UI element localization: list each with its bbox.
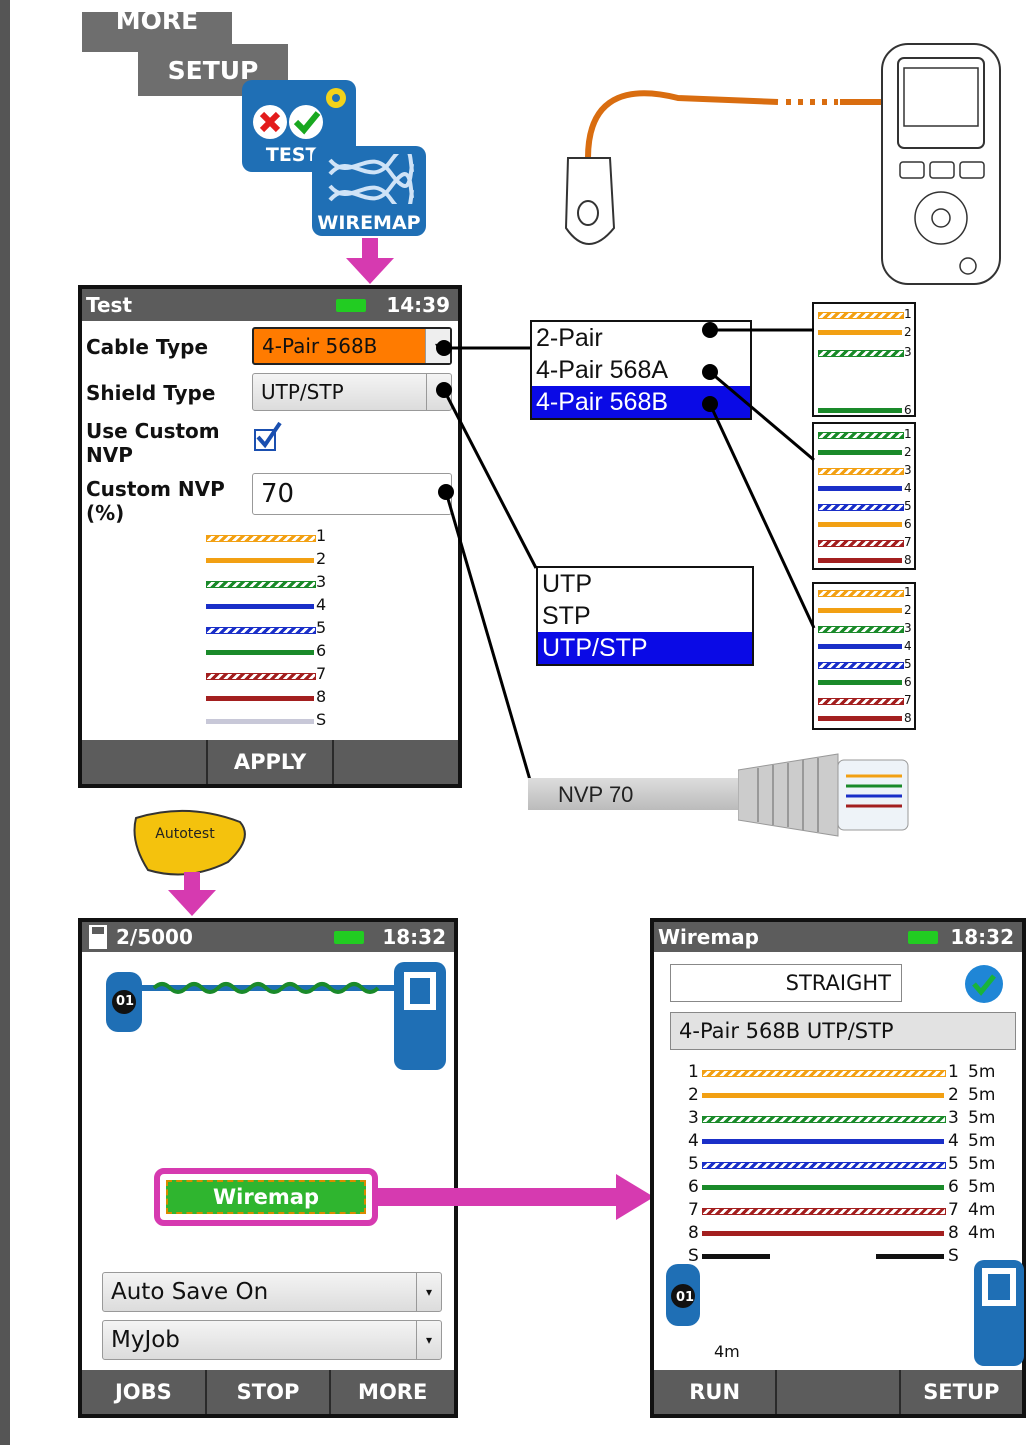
softkey-middle[interactable] [775,1370,898,1414]
down-arrow-icon [168,872,216,916]
stop-button[interactable]: STOP [204,1370,330,1414]
cable-config-field: 4-Pair 568B UTP/STP [670,1012,1016,1050]
wiremap-result-label: Wiremap [212,1185,320,1209]
battery-icon [334,931,364,944]
wiremap-table: 1 1 5m 2 2 5m 3 3 5m 4 4 5m 5 5 5m 6 6 5m 7 7 4m 8 8 4m S S [654,1058,1026,1266]
wire-line [702,1070,946,1077]
job-dropdown[interactable]: MyJob ▾ [102,1320,442,1360]
rj45-plug-illustration [738,753,909,837]
wire-length: 5m [968,1177,996,1197]
chevron-down-icon: ▾ [416,1273,441,1311]
remote-id: 01 [676,1290,695,1305]
setup-label: SETUP [923,1380,1000,1404]
wire-length: 5m [968,1062,996,1082]
wiremap-result-button[interactable]: Wiremap [166,1180,366,1214]
result-text: STRAIGHT [785,971,891,995]
title-bar: 2/5000 18:32 [82,922,454,952]
wire-length: 4m [968,1223,996,1243]
wire-length: 5m [968,1108,996,1128]
job-value: MyJob [111,1327,180,1353]
wire-pin-left: 1 [688,1062,699,1082]
run-label: RUN [689,1380,741,1404]
softkey-bar: RUN SETUP [654,1370,1022,1414]
wire-pin-left: 2 [688,1085,699,1105]
wire-pin-right: 6 [948,1177,959,1197]
wire-pin-left: 6 [688,1177,699,1197]
record-counter: 2/5000 [116,925,193,949]
autotest-key[interactable] [128,808,250,880]
clock: 18:32 [382,925,446,949]
wire-pin-right: 3 [948,1108,959,1128]
wire-pin-left: 7 [688,1200,699,1220]
wire-pin-left: 5 [688,1154,699,1174]
wire-pin-right: 7 [948,1200,959,1220]
setup-button[interactable]: SETUP [898,1370,1022,1414]
nvp-label: NVP 70 [558,782,634,807]
wire-pin-left: 8 [688,1223,699,1243]
wire-pin-right: 4 [948,1131,959,1151]
wire-pin-right: 1 [948,1062,959,1082]
wire-pin-right: 5 [948,1154,959,1174]
auto-save-value: Auto Save On [111,1279,269,1305]
patch-cable: NVP 70 [528,778,748,810]
wiremap-screen: Wiremap 18:32 STRAIGHT 4-Pair 568B UTP/S… [650,918,1026,1418]
clock: 18:32 [950,925,1014,949]
wire-pin-left: 3 [688,1108,699,1128]
wire-pin-right: 2 [948,1085,959,1105]
cable-config-text: 4-Pair 568B UTP/STP [679,1019,894,1043]
auto-save-dropdown[interactable]: Auto Save On ▾ [102,1272,442,1312]
wire-line [702,1231,944,1236]
callout-lines [436,322,816,781]
remote-id: 01 [116,994,135,1009]
result-field: STRAIGHT [670,964,902,1002]
autotest-screen: 2/5000 18:32 01 Wiremap Auto Save On ▾ M… [78,918,458,1418]
wire-length: 5m [968,1085,996,1105]
jobs-button[interactable]: JOBS [82,1370,205,1414]
title-bar: Wiremap 18:32 [654,922,1022,952]
battery-icon [908,931,938,944]
jobs-label: JOBS [114,1380,172,1404]
pass-check-icon [965,965,1003,1003]
wire-length: 5m [968,1131,996,1151]
wire-pin-right: 8 [948,1223,959,1243]
wire-length: 5m [968,1154,996,1174]
more-button[interactable]: MORE [329,1370,454,1414]
wire-line [702,1116,946,1123]
wire-line [702,1139,944,1144]
wire-line [702,1185,944,1190]
wiremap-result-highlight: Wiremap [154,1168,378,1226]
shield-wire [876,1254,944,1259]
wire-pin-right: S [948,1246,959,1266]
wire-line [702,1162,946,1169]
right-arrow-icon [372,1174,654,1220]
softkey-bar: JOBS STOP MORE [82,1370,454,1414]
wire-pin-left: 4 [688,1131,699,1151]
save-file-icon [89,925,107,949]
wire-line [702,1093,944,1098]
autotest-label: Autotest [155,826,215,842]
main-unit-icon [974,1260,1024,1366]
shield-wire [702,1254,770,1259]
run-button[interactable]: RUN [654,1370,775,1414]
more-label: MORE [358,1380,428,1404]
screen-title: Wiremap [658,925,759,949]
stop-label: STOP [236,1380,300,1404]
chevron-down-icon: ▾ [416,1321,441,1359]
shield-length: 4m [714,1342,740,1361]
test-link-graphic [106,962,446,1070]
wire-line [702,1208,946,1215]
wire-length: 4m [968,1200,996,1220]
